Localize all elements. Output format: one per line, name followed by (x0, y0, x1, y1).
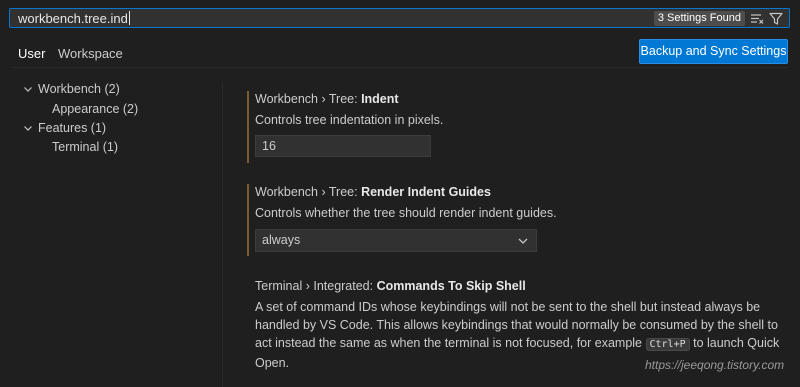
toc-item-appearance[interactable]: Appearance (2) (52, 100, 138, 119)
indent-value-input[interactable]: 16 (255, 135, 431, 157)
toc-item-label: Appearance (2) (52, 102, 139, 116)
setting-description: Controls tree indentation in pixels. (255, 113, 444, 127)
results-count-badge: 3 Settings Found (653, 11, 745, 26)
settings-search-box[interactable]: workbench.tree.ind 3 Settings Found (9, 8, 790, 28)
chevron-down-icon (518, 238, 528, 244)
toc-item-label: Features (1) (38, 121, 107, 135)
backup-and-sync-button[interactable]: Backup and Sync Settings (639, 39, 788, 64)
setting-title: Workbench › Tree: Render Indent Guides (255, 185, 491, 199)
tab-workspace[interactable]: Workspace (58, 46, 123, 61)
clear-filter-icon[interactable] (749, 11, 765, 26)
header-divider (12, 67, 788, 68)
setting-title: Workbench › Tree: Indent (255, 92, 399, 106)
keybinding-label: Ctrl+P (645, 338, 690, 351)
toc-item-features[interactable]: Features (1) (0, 119, 222, 138)
toc-item-workbench[interactable]: Workbench (2) (0, 80, 222, 99)
setting-render-indent-guides: Workbench › Tree: Render Indent Guides C… (247, 184, 792, 256)
filter-icon[interactable] (768, 11, 784, 26)
modified-indicator (247, 91, 249, 163)
chevron-down-icon (24, 126, 32, 131)
toc-item-terminal[interactable]: Terminal (1) (52, 138, 118, 157)
text-caret (128, 11, 130, 25)
watermark-text: https://jeeqong.tistory.com (645, 358, 785, 372)
modified-indicator (247, 184, 249, 256)
setting-title: Terminal › Integrated: Commands To Skip … (255, 279, 526, 293)
render-indent-guides-select[interactable]: always (255, 229, 537, 252)
tab-user[interactable]: User (18, 46, 45, 61)
search-input[interactable]: workbench.tree.ind (18, 11, 130, 26)
chevron-down-icon (24, 87, 32, 92)
setting-description: Controls whether the tree should render … (255, 206, 557, 220)
select-value: always (262, 233, 301, 247)
sidebar-divider (222, 82, 223, 387)
toc-item-label: Workbench (2) (38, 82, 120, 96)
toc-item-label: Terminal (1) (52, 140, 118, 154)
setting-tree-indent: Workbench › Tree: Indent Controls tree i… (247, 91, 792, 163)
